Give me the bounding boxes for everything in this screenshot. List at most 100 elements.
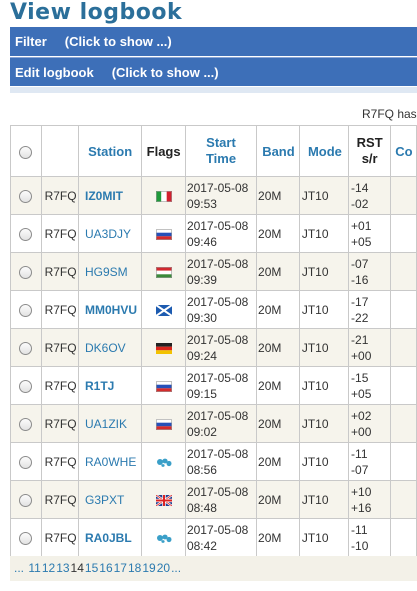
band-cell: 20M — [256, 480, 300, 519]
comment-cell — [390, 366, 417, 405]
start-time-header[interactable]: Start Time — [184, 125, 258, 177]
start-time-cell: 2017-05-08 09:15 — [184, 366, 258, 405]
rst-sent: -21 — [351, 332, 369, 347]
station-link[interactable]: HG9SM — [77, 252, 143, 291]
band-header[interactable]: Band — [256, 125, 300, 177]
hungary-flag-icon — [155, 266, 172, 278]
filter-toggle-bar[interactable]: Filter (Click to show ...) — [10, 27, 417, 56]
pager-current-page: 14 — [70, 561, 84, 575]
station-link[interactable]: R1TJ — [77, 366, 143, 405]
band-cell: 20M — [256, 328, 300, 367]
start-date: 2017-05-08 — [186, 446, 249, 461]
rst-sent: -07 — [351, 256, 369, 271]
pager-page-link[interactable]: 12 — [42, 561, 55, 575]
pager-page-link[interactable]: 11 — [28, 561, 40, 575]
rst-cell: -21 +00 — [348, 328, 392, 367]
flag-cell — [141, 328, 186, 367]
start-time: 09:02 — [186, 424, 217, 439]
row-select-radio[interactable] — [19, 303, 33, 317]
row-select-cell[interactable] — [10, 518, 42, 557]
pager-page-link[interactable]: 17 — [114, 561, 127, 575]
row-select-radio[interactable] — [19, 379, 33, 393]
start-time: 09:15 — [186, 386, 217, 401]
logbook-table: Station Flags Start Time Band Mode RST s… — [10, 125, 417, 557]
station-link[interactable]: UA1ZIK — [77, 404, 143, 443]
pager-page-link[interactable]: 13 — [56, 561, 69, 575]
uk-flag-icon — [155, 494, 172, 506]
rst-sent: +02 — [351, 408, 372, 423]
row-select-radio[interactable] — [19, 493, 33, 507]
rst-received: -02 — [351, 196, 369, 211]
row-select-radio[interactable] — [19, 531, 33, 545]
table-row: R7FQ IZ0MIT 2017-05-08 09:53 20M JT10 -14 -02 — [10, 176, 417, 215]
table-row: R7FQ R1TJ 2017-05-08 09:15 20M JT10 -15 +05 — [10, 366, 417, 405]
pager-next-ellipsis[interactable]: ... — [171, 561, 181, 575]
station-header[interactable]: Station — [77, 125, 143, 177]
rst-cell: -11 -07 — [348, 442, 392, 481]
mode-header[interactable]: Mode — [298, 125, 350, 177]
rst-received: -22 — [351, 310, 369, 325]
band-cell: 20M — [256, 290, 300, 329]
mode-cell: JT10 — [298, 214, 350, 253]
comment-header[interactable]: Co — [390, 125, 417, 177]
station-link[interactable]: RA0WHE — [77, 442, 143, 481]
table-header-row: Station Flags Start Time Band Mode RST s… — [10, 125, 417, 177]
row-select-cell[interactable] — [10, 214, 42, 253]
row-select-radio[interactable] — [19, 189, 33, 203]
row-select-radio[interactable] — [19, 455, 33, 469]
station-link[interactable]: RA0JBL — [77, 518, 143, 557]
row-select-radio[interactable] — [19, 341, 33, 355]
select-all-radio[interactable] — [19, 145, 33, 159]
pager-page-link[interactable]: 15 — [85, 561, 98, 575]
table-row: R7FQ DK6OV 2017-05-08 09:24 20M JT10 -21 +00 — [10, 328, 417, 367]
operator-cell: R7FQ — [40, 480, 80, 519]
comment-cell — [390, 442, 417, 481]
rst-sent: +01 — [351, 218, 372, 233]
comment-cell — [390, 252, 417, 291]
band-cell: 20M — [256, 366, 300, 405]
start-time-cell: 2017-05-08 08:48 — [184, 480, 258, 519]
row-select-cell[interactable] — [10, 328, 42, 367]
band-cell: 20M — [256, 176, 300, 215]
row-select-radio[interactable] — [19, 265, 33, 279]
edit-logbook-toggle-bar[interactable]: Edit logbook (Click to show ...) — [10, 57, 417, 86]
row-select-cell[interactable] — [10, 404, 42, 443]
start-time-cell: 2017-05-08 08:42 — [184, 518, 258, 557]
table-row: R7FQ MM0HVU 2017-05-08 09:30 20M JT10 -17 -22 — [10, 290, 417, 329]
mode-cell: JT10 — [298, 328, 350, 367]
select-all-header[interactable] — [10, 125, 42, 177]
operator-cell: R7FQ — [40, 442, 80, 481]
station-link[interactable]: DK6OV — [77, 328, 143, 367]
table-row: R7FQ RA0WHE 2017-05-08 08:56 20M JT10 -11 -07 — [10, 442, 417, 481]
flag-cell — [141, 480, 186, 519]
rst-sent: -11 — [351, 446, 368, 461]
pager-page-link[interactable]: 19 — [142, 561, 155, 575]
italy-flag-icon — [155, 190, 172, 202]
start-time-cell: 2017-05-08 09:24 — [184, 328, 258, 367]
pager-page-link[interactable]: 18 — [128, 561, 141, 575]
band-cell: 20M — [256, 404, 300, 443]
row-select-cell[interactable] — [10, 176, 42, 215]
pager-page-link[interactable]: 16 — [99, 561, 112, 575]
row-select-radio[interactable] — [19, 227, 33, 241]
operator-header — [40, 125, 80, 177]
pager-prev-ellipsis[interactable]: ... — [14, 561, 24, 575]
station-link[interactable]: MM0HVU — [77, 290, 143, 329]
station-link[interactable]: UA3DJY — [77, 214, 143, 253]
row-select-cell[interactable] — [10, 442, 42, 481]
rst-cell: +10 +16 — [348, 480, 392, 519]
pager-page-link[interactable]: 20 — [157, 561, 170, 575]
row-select-cell[interactable] — [10, 290, 42, 329]
row-select-cell[interactable] — [10, 366, 42, 405]
row-select-cell[interactable] — [10, 252, 42, 291]
filter-hint: (Click to show ...) — [64, 34, 172, 49]
band-cell: 20M — [256, 518, 300, 557]
operator-cell: R7FQ — [40, 366, 80, 405]
start-date: 2017-05-08 — [186, 370, 249, 385]
row-select-radio[interactable] — [19, 417, 33, 431]
rst-cell: +02 +00 — [348, 404, 392, 443]
station-link[interactable]: G3PXT — [77, 480, 143, 519]
row-select-cell[interactable] — [10, 480, 42, 519]
station-link[interactable]: IZ0MIT — [77, 176, 143, 215]
mode-cell: JT10 — [298, 176, 350, 215]
